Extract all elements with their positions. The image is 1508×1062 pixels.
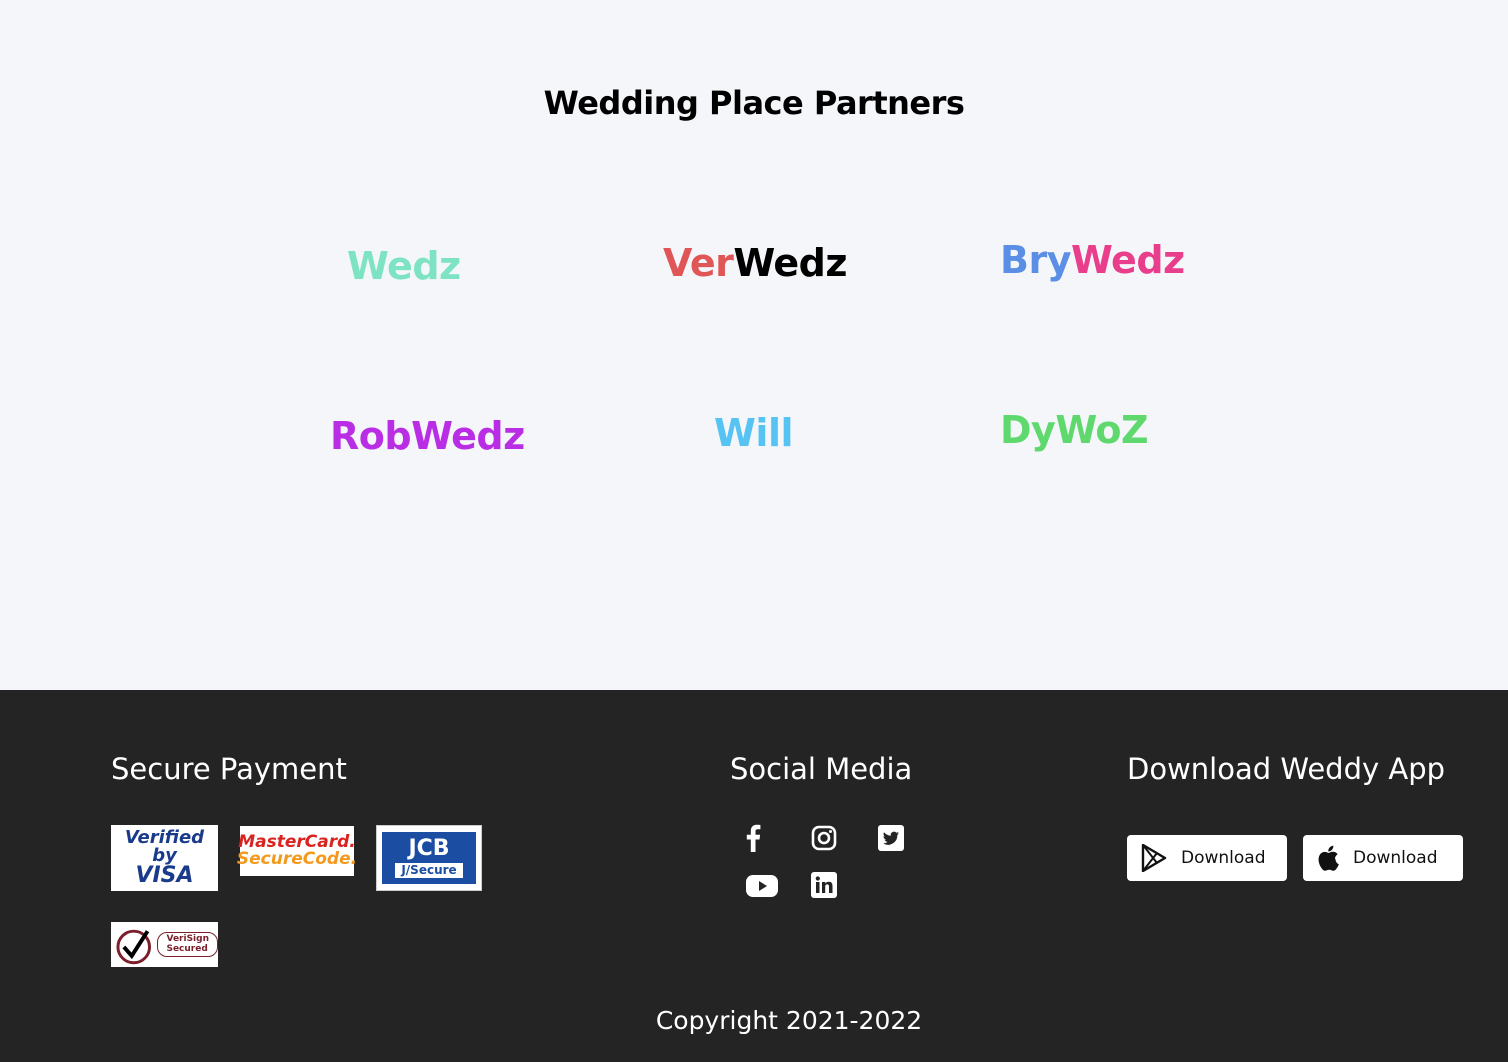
logo-text: Wedz bbox=[347, 244, 461, 288]
logo-text: Will bbox=[714, 411, 794, 455]
mastercard-line2: SecureCode. bbox=[236, 849, 358, 869]
partners-title: Wedding Place Partners bbox=[543, 84, 965, 122]
facebook-icon[interactable] bbox=[739, 824, 767, 852]
partner-logo-wedz[interactable]: Wedz bbox=[347, 244, 461, 288]
partner-logo-brywedz[interactable]: BryWedz bbox=[1000, 238, 1185, 282]
verisign-line2: Secured bbox=[166, 943, 208, 954]
copyright-text: Copyright 2021-2022 bbox=[655, 1006, 923, 1035]
google-play-download-button[interactable]: Download bbox=[1127, 835, 1287, 881]
logo-text: Wedz bbox=[733, 241, 847, 285]
jcb-jsecure-badge[interactable]: JCB J/Secure bbox=[376, 825, 482, 891]
instagram-icon[interactable] bbox=[810, 824, 838, 852]
visa-line1: Verified by bbox=[124, 827, 205, 866]
jcb-line1: JCB bbox=[408, 835, 450, 861]
download-app-heading: Download Weddy App bbox=[1127, 752, 1446, 786]
logo-text: Ver bbox=[663, 241, 734, 285]
google-play-icon bbox=[1141, 844, 1167, 872]
secure-payment-heading: Secure Payment bbox=[111, 752, 347, 786]
twitter-icon[interactable] bbox=[877, 824, 905, 852]
site-footer: Secure Payment Verified by VISA MasterCa… bbox=[0, 690, 1508, 1062]
checkmark-icon bbox=[116, 929, 152, 964]
app-store-download-button[interactable]: Download bbox=[1303, 835, 1463, 881]
linkedin-icon[interactable] bbox=[810, 871, 838, 899]
verisign-secured-badge[interactable]: VeriSign Secured bbox=[111, 922, 218, 967]
partner-logo-will[interactable]: Will bbox=[714, 411, 794, 455]
partner-logo-dywoz[interactable]: DyWoZ bbox=[1000, 408, 1149, 452]
visa-badge-text: Verified by VISA bbox=[111, 829, 218, 887]
logo-text: Wedz bbox=[1070, 238, 1185, 282]
partner-logo-robwedz[interactable]: RobWedz bbox=[330, 414, 525, 458]
logo-text: RobWedz bbox=[330, 414, 525, 458]
jcb-badge-inner: JCB J/Secure bbox=[382, 832, 476, 884]
visa-line2: VISA bbox=[135, 863, 194, 888]
partner-logo-verwedz[interactable]: VerWedz bbox=[663, 241, 847, 285]
app-store-download-label: Download bbox=[1353, 848, 1438, 868]
google-play-download-label: Download bbox=[1181, 848, 1266, 868]
mastercard-badge-text: MasterCard. SecureCode. bbox=[237, 834, 357, 868]
verified-by-visa-badge[interactable]: Verified by VISA bbox=[111, 825, 218, 891]
partners-section: Wedding Place Partners Wedz VerWedz BryW… bbox=[0, 0, 1508, 690]
verisign-badge-text: VeriSign Secured bbox=[157, 932, 218, 957]
mastercard-securecode-badge[interactable]: MasterCard. SecureCode. bbox=[237, 826, 357, 876]
apple-icon bbox=[1318, 845, 1339, 871]
social-media-heading: Social Media bbox=[730, 752, 913, 786]
youtube-icon[interactable] bbox=[746, 872, 778, 900]
logo-text: Bry bbox=[1000, 238, 1071, 282]
jcb-line2: J/Secure bbox=[395, 862, 463, 879]
logo-text: DyWoZ bbox=[1000, 408, 1149, 452]
